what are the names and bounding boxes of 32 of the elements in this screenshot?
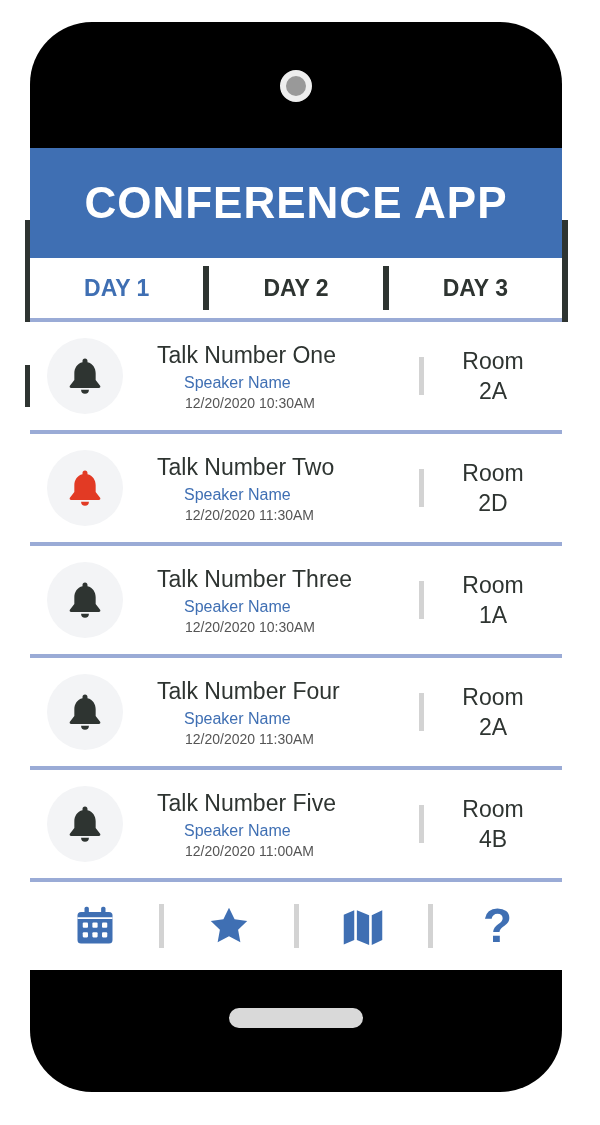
speaker-name: Speaker Name <box>184 597 291 616</box>
day-tab[interactable]: DAY 3 <box>388 274 562 302</box>
talk-title: Talk Number Three <box>157 565 353 593</box>
camera-icon <box>280 70 312 102</box>
speaker-name: Speaker Name <box>184 485 291 504</box>
speaker-name: Speaker Name <box>184 373 291 392</box>
room-label: Room 1A <box>462 571 524 630</box>
speaker-name: Speaker Name <box>184 709 291 728</box>
room-label: Room 4B <box>462 795 524 854</box>
talk-row[interactable]: Talk Number Five Speaker Name 12/20/2020 11:00AM Room 4B <box>30 766 562 878</box>
talk-row[interactable]: Talk Number Four Speaker Name 12/20/2020 11:30AM Room 2A <box>30 654 562 766</box>
room-label: Room 2A <box>462 347 524 406</box>
home-indicator[interactable] <box>229 1008 363 1028</box>
talk-time: 12/20/2020 11:00AM <box>185 842 314 859</box>
talk-row[interactable]: Talk Number One Speaker Name 12/20/2020 10:30AM Room 2A <box>30 318 562 430</box>
room-label: Room 2D <box>462 459 524 518</box>
talk-row[interactable]: Talk Number Three Speaker Name 12/20/2020 10:30AM Room 1A <box>30 542 562 654</box>
speaker-name: Speaker Name <box>184 821 291 840</box>
talk-row[interactable]: Talk Number Two Speaker Name 12/20/2020 11:30AM Room 2D <box>30 430 562 542</box>
talk-title: Talk Number One <box>157 341 336 369</box>
help-button[interactable]: ? <box>482 902 513 950</box>
talk-time: 12/20/2020 11:30AM <box>185 506 314 523</box>
talk-time: 12/20/2020 10:30AM <box>185 394 315 411</box>
room-label: Room 2A <box>462 683 524 742</box>
app-title: CONFERENCE APP <box>84 178 508 228</box>
talk-title: Talk Number Two <box>157 453 335 481</box>
talk-title: Talk Number Four <box>157 677 340 705</box>
talk-time: 12/20/2020 10:30AM <box>185 618 315 635</box>
talk-time: 12/20/2020 11:30AM <box>185 730 314 747</box>
talk-title: Talk Number Five <box>157 789 336 817</box>
day-tab[interactable]: DAY 1 <box>30 274 204 302</box>
day-tab[interactable]: DAY 2 <box>209 274 383 302</box>
